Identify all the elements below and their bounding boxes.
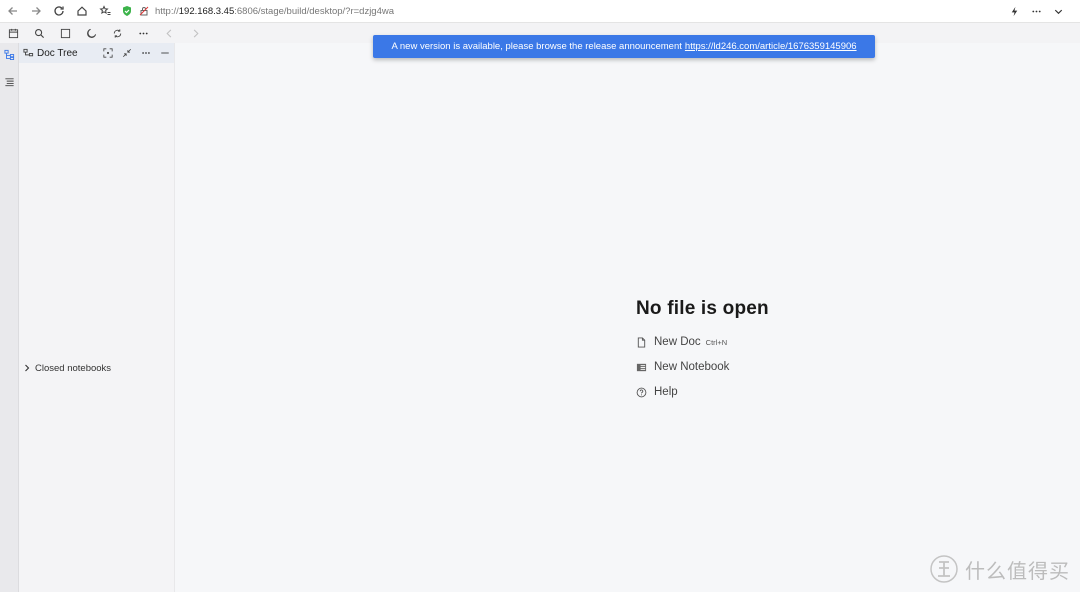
chevron-right-icon bbox=[193, 28, 199, 38]
address-bar[interactable]: http://192.168.3.45:6806/stage/build/des… bbox=[121, 2, 394, 20]
watermark: 什么值得买 bbox=[929, 554, 1070, 584]
calendar-button[interactable] bbox=[0, 23, 26, 43]
closed-notebooks-label: Closed notebooks bbox=[35, 362, 112, 374]
chevron-left-icon bbox=[165, 28, 171, 38]
doc-tree-title: Doc Tree bbox=[37, 47, 78, 59]
forward-button[interactable] bbox=[25, 1, 46, 22]
favorites-button[interactable] bbox=[94, 1, 115, 22]
notebook-icon bbox=[636, 363, 647, 371]
dock-outline-button[interactable] bbox=[0, 71, 19, 93]
calendar-icon bbox=[8, 28, 18, 38]
help-circle-icon bbox=[636, 387, 647, 397]
left-dock bbox=[0, 43, 19, 592]
update-notice: A new version is available, please brows… bbox=[373, 35, 875, 58]
lightning-button[interactable] bbox=[1006, 4, 1022, 20]
chevron-right-icon bbox=[25, 364, 30, 372]
watermark-logo-icon bbox=[930, 555, 958, 583]
url-prefix: http:// bbox=[155, 5, 179, 17]
minus-icon bbox=[160, 52, 169, 54]
dock-doc-tree-button[interactable] bbox=[0, 43, 19, 65]
url-host: 192.168.3.45 bbox=[178, 5, 235, 17]
new-notebook-button[interactable]: New Notebook bbox=[636, 359, 769, 375]
focus-icon bbox=[102, 48, 113, 58]
more-horizontal-icon bbox=[138, 32, 148, 34]
search-button[interactable] bbox=[26, 23, 52, 43]
watermark-text: 什么值得买 bbox=[965, 558, 1070, 583]
update-notice-text: A new version is available, please brows… bbox=[391, 41, 682, 52]
moon-icon bbox=[86, 28, 96, 38]
insecure-lock-icon bbox=[139, 6, 149, 16]
closed-notebooks-toggle[interactable]: Closed notebooks bbox=[23, 360, 111, 376]
sync-button[interactable] bbox=[104, 23, 130, 43]
reload-icon bbox=[53, 6, 64, 16]
new-notebook-label: New Notebook bbox=[654, 361, 730, 373]
home-icon bbox=[76, 6, 87, 16]
search-icon bbox=[34, 28, 44, 38]
app-more-button[interactable] bbox=[130, 23, 156, 43]
history-back-button[interactable] bbox=[156, 23, 182, 43]
empty-state-title: No file is open bbox=[636, 298, 769, 319]
doc-tree-more-button[interactable] bbox=[136, 43, 155, 63]
fullscreen-button[interactable] bbox=[52, 23, 78, 43]
star-list-icon bbox=[98, 5, 110, 15]
reload-button[interactable] bbox=[48, 1, 69, 22]
editor-area bbox=[175, 43, 1080, 592]
doc-tree-panel: Doc Tree Closed notebooks bbox=[19, 43, 175, 592]
lightning-icon bbox=[1011, 6, 1017, 17]
url-path: :6806/stage/build/desktop/?r=dzjg4wa bbox=[234, 5, 395, 17]
chevron-down-icon bbox=[1054, 9, 1062, 15]
home-button[interactable] bbox=[71, 1, 92, 22]
new-doc-shortcut: Ctrl+N bbox=[705, 337, 728, 347]
new-doc-button[interactable]: New Doc Ctrl+N bbox=[636, 334, 769, 350]
collapse-all-button[interactable] bbox=[117, 43, 136, 63]
browser-dropdown-button[interactable] bbox=[1050, 4, 1066, 20]
empty-state: No file is open New Doc Ctrl+N New Noteb… bbox=[636, 298, 769, 409]
help-label: Help bbox=[654, 386, 678, 398]
help-button[interactable]: Help bbox=[636, 384, 769, 400]
file-icon bbox=[637, 336, 646, 348]
arrow-left-icon bbox=[7, 7, 17, 15]
back-button[interactable] bbox=[2, 1, 23, 22]
outline-icon bbox=[5, 77, 14, 86]
history-forward-button[interactable] bbox=[182, 23, 208, 43]
more-horizontal-icon bbox=[141, 52, 150, 54]
browser-toolbar: http://192.168.3.45:6806/stage/build/des… bbox=[0, 0, 1080, 23]
collapse-icon bbox=[122, 48, 131, 58]
doc-tree-header: Doc Tree bbox=[19, 43, 174, 63]
browser-more-button[interactable] bbox=[1028, 4, 1044, 20]
more-horizontal-icon bbox=[1031, 10, 1041, 13]
shield-icon bbox=[123, 6, 131, 16]
new-doc-label: New Doc bbox=[654, 336, 701, 348]
arrow-right-icon bbox=[31, 7, 41, 15]
theme-toggle-button[interactable] bbox=[78, 23, 104, 43]
locate-doc-button[interactable] bbox=[98, 43, 117, 63]
sync-icon bbox=[113, 28, 121, 38]
file-tree-icon bbox=[4, 49, 15, 60]
minimize-panel-button[interactable] bbox=[155, 43, 174, 63]
square-icon bbox=[60, 28, 70, 38]
release-link[interactable]: https://ld246.com/article/1676359145906 bbox=[685, 41, 857, 52]
file-tree-icon bbox=[23, 48, 34, 56]
